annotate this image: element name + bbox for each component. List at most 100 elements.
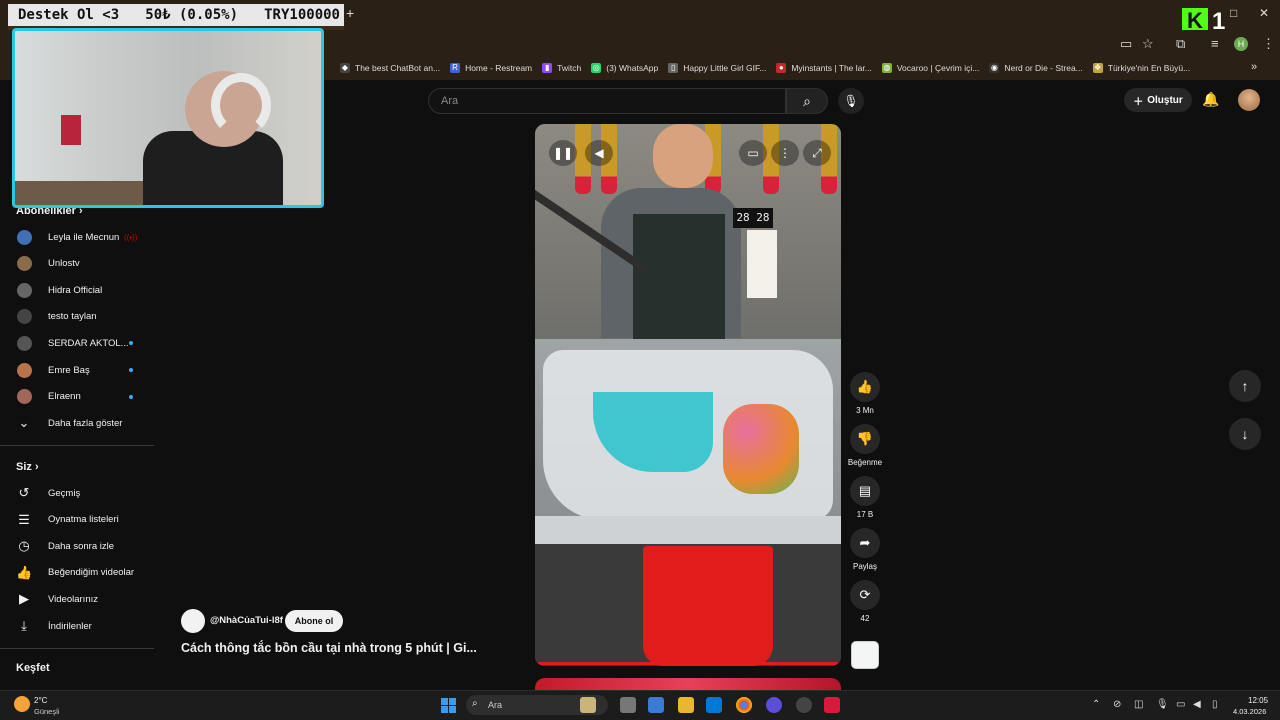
- network-icon[interactable]: ▭: [1176, 699, 1185, 710]
- weather-description: Güneşli: [34, 707, 60, 716]
- chrome-icon[interactable]: [736, 697, 752, 713]
- subscription-item[interactable]: SERDAR AKTOL...: [0, 330, 160, 356]
- windows-taskbar: [0, 690, 1280, 720]
- bookmark-item[interactable]: ▯ Happy Little Girl GIF...: [668, 63, 766, 73]
- bookmark-item[interactable]: ◆ The best ChatBot an...: [340, 63, 440, 73]
- you-item[interactable]: ☰ Oynatma listeleri: [0, 507, 160, 533]
- divider: [0, 648, 154, 649]
- chevron-down-icon: ⌄: [18, 415, 30, 430]
- you-item[interactable]: ◷ Daha sonra izle: [0, 533, 160, 559]
- dislike-label: Beğenme: [847, 458, 883, 467]
- battery-icon[interactable]: ▯: [1212, 699, 1218, 710]
- close-window-button[interactable]: ✕: [1259, 6, 1269, 20]
- bookmark-item[interactable]: ◎ (3) WhatsApp: [591, 63, 658, 73]
- subscription-item[interactable]: Hidra Official: [0, 277, 160, 303]
- previous-short-button[interactable]: ↑: [1229, 370, 1261, 402]
- tray-chevron-icon[interactable]: ⌃: [1092, 699, 1100, 710]
- webcam-headset: [211, 73, 271, 137]
- bookmark-favicon-icon: ●: [776, 63, 787, 73]
- webcam-overlay: [12, 28, 324, 208]
- you-title[interactable]: Siz ›: [16, 461, 39, 473]
- tray-icon[interactable]: ⊘: [1113, 699, 1121, 710]
- notifications-bell-icon[interactable]: 🔔: [1202, 91, 1219, 108]
- file-explorer-icon[interactable]: [678, 697, 694, 713]
- bookmark-favicon-icon: ◉: [989, 63, 1000, 73]
- you-item[interactable]: ▶ Videolarınız: [0, 586, 160, 612]
- channel-name[interactable]: @NhàCủaTui-l8f: [210, 615, 283, 626]
- obs-icon[interactable]: [796, 697, 812, 713]
- subscription-label: SERDAR AKTOL...: [48, 337, 129, 349]
- search-input[interactable]: Ara: [428, 88, 786, 114]
- like-button[interactable]: 👍 3 Mn: [849, 372, 881, 415]
- bookmark-label: Vocaroo | Çevrim içi...: [896, 63, 980, 73]
- arrow-down-icon: ↓: [1241, 426, 1249, 442]
- subscription-label: Unlostv: [48, 258, 80, 270]
- fullscreen-icon[interactable]: ⤢: [803, 140, 831, 166]
- weather-temperature: 2°C: [34, 696, 48, 705]
- bookmark-item[interactable]: R Home - Restream: [450, 63, 532, 73]
- share-button[interactable]: ➦ Paylaş: [849, 528, 881, 571]
- microphone-icon[interactable]: 🎙: [1156, 699, 1169, 710]
- arrow-up-icon: ↑: [1241, 378, 1249, 394]
- search-button[interactable]: ⌕: [786, 88, 828, 114]
- more-bookmarks-button[interactable]: »: [1251, 61, 1257, 73]
- video-scene-person-head: [653, 124, 713, 188]
- menu-icon[interactable]: ⋮: [1262, 36, 1275, 52]
- more-options-icon[interactable]: ⋮: [771, 140, 799, 166]
- app-icon[interactable]: [766, 697, 782, 713]
- restore-window-button[interactable]: □: [1230, 6, 1237, 20]
- media-icon[interactable]: ≡: [1211, 36, 1219, 51]
- volume-icon[interactable]: ◀: [1193, 699, 1201, 710]
- captions-icon[interactable]: ▭: [739, 140, 767, 166]
- star-icon[interactable]: ☆: [1142, 36, 1154, 52]
- video-progress-bar[interactable]: [535, 662, 841, 665]
- task-view-icon[interactable]: [620, 697, 636, 713]
- audio-thumbnail[interactable]: [851, 641, 879, 669]
- voice-search-button[interactable]: 🎙: [838, 88, 864, 114]
- volume-icon[interactable]: ◀: [585, 140, 613, 166]
- remix-button[interactable]: ⟳ 42: [849, 580, 881, 623]
- subscription-item[interactable]: Elraenn: [0, 384, 160, 410]
- pause-icon[interactable]: ❚❚: [549, 140, 577, 166]
- copilot-icon[interactable]: [648, 697, 664, 713]
- account-avatar[interactable]: [1238, 89, 1260, 111]
- new-tab-button[interactable]: +: [346, 5, 354, 21]
- you-item[interactable]: ↺ Geçmiş: [0, 480, 160, 506]
- tray-icon[interactable]: ◫: [1134, 699, 1143, 710]
- create-button[interactable]: ＋ Oluştur: [1124, 88, 1192, 112]
- subscription-item[interactable]: testo taylan: [0, 304, 160, 330]
- cast-icon[interactable]: ▭: [1120, 36, 1132, 52]
- weather-icon[interactable]: [14, 696, 30, 712]
- video-scene-counter: [535, 516, 841, 546]
- comments-button[interactable]: ▤ 17 B: [849, 476, 881, 519]
- subscription-item[interactable]: Leyla ile Mecnun ((•)): [0, 224, 160, 250]
- shorts-video-player[interactable]: 28 28 ❚❚ ◀ ▭ ⋮ ⤢: [535, 124, 841, 666]
- bookmark-item[interactable]: ◉ Nerd or Die - Strea...: [989, 63, 1083, 73]
- next-short-preview[interactable]: [535, 678, 841, 690]
- bookmark-item[interactable]: ◍ Vocaroo | Çevrim içi...: [881, 63, 980, 73]
- bookmark-label: Türkiye'nin En Büyü...: [1107, 63, 1191, 73]
- short-title[interactable]: Cách thông tắc bồn cầu tại nhà trong 5 p…: [181, 641, 477, 655]
- windows-start-icon[interactable]: [441, 698, 456, 713]
- store-icon[interactable]: [706, 697, 722, 713]
- channel-avatar[interactable]: [181, 609, 205, 633]
- subscribe-button[interactable]: Abone ol: [285, 610, 343, 632]
- subscription-item[interactable]: Emre Baş: [0, 357, 160, 383]
- app-red-icon[interactable]: [824, 697, 840, 713]
- next-short-button[interactable]: ↓: [1229, 418, 1261, 450]
- profile-avatar[interactable]: H: [1234, 37, 1248, 51]
- clock-time[interactable]: 12:05: [1248, 696, 1268, 705]
- bookmark-item[interactable]: ● Myinstants | The lar...: [776, 63, 872, 73]
- dislike-button[interactable]: 👎 Beğenme: [848, 424, 882, 467]
- show-more-button[interactable]: ⌄ Daha fazla göster: [0, 410, 160, 436]
- bookmark-item[interactable]: ❖ Türkiye'nin En Büyü...: [1092, 63, 1191, 73]
- share-icon: ➦: [850, 528, 880, 558]
- clock-date[interactable]: 4.03.2026: [1233, 707, 1266, 716]
- you-item[interactable]: 👍 Beğendiğim videolar: [0, 560, 160, 586]
- extensions-icon[interactable]: ⧉: [1176, 36, 1185, 52]
- subscription-item[interactable]: Unlostv: [0, 251, 160, 277]
- bookmark-item[interactable]: ▮ Twitch: [542, 63, 581, 73]
- new-content-dot: [129, 341, 133, 346]
- you-item[interactable]: ⤓ İndirilenler: [0, 613, 160, 639]
- taskbar-widget-icon[interactable]: [580, 697, 596, 713]
